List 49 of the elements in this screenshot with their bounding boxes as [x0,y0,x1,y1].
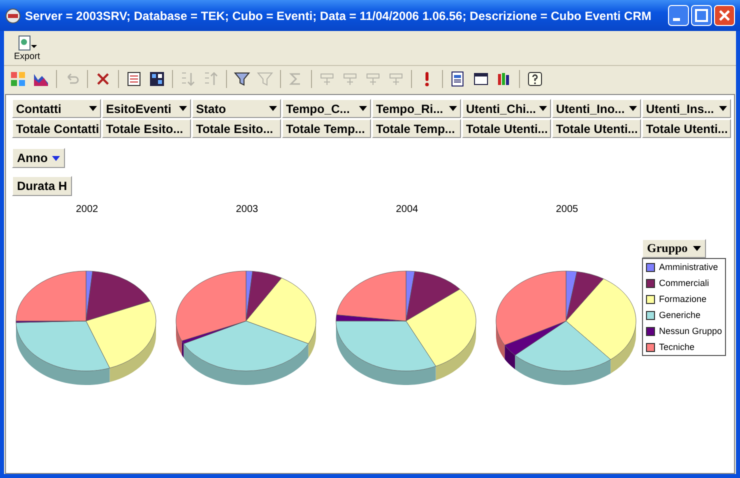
pie-label: 2003 [236,204,258,215]
legend-label: Amministrative [659,262,718,272]
pivot-icon[interactable] [8,69,28,89]
total-header: Totale Utenti... [462,119,551,138]
field-header[interactable]: Stato [192,99,281,118]
caret-icon [179,106,187,111]
caret-icon [359,106,367,111]
field-header[interactable]: Utenti_Chi... [462,99,551,118]
legend-label: Generiche [659,310,701,320]
pie-label: 2005 [556,204,578,215]
total-header: Totale Contatti [12,119,101,138]
field-header[interactable]: Tempo_C... [282,99,371,118]
field-header[interactable]: EsitoEventi [102,99,191,118]
caret-icon [269,106,277,111]
caret-icon [449,106,457,111]
legend-label: Commerciali [659,278,710,288]
legend-label: Nessun Gruppo [659,326,722,336]
maximize-icon[interactable] [691,5,712,26]
close-icon[interactable] [714,5,735,26]
total-header: Totale Temp... [372,119,461,138]
field-header[interactable]: Contatti [12,99,101,118]
legend-label: Tecniche [659,342,695,352]
field-header[interactable]: Utenti_Ins... [642,99,731,118]
total-header: Totale Temp... [282,119,371,138]
document-icon [16,35,38,51]
total-header: Totale Esito... [102,119,191,138]
caret-icon [692,246,701,251]
total-header: Totale Esito... [192,119,281,138]
legend-field-button[interactable]: Gruppo [642,239,706,258]
pie-label: 2002 [76,204,98,215]
caret-icon [89,106,97,111]
field-header[interactable]: Utenti_Ino... [552,99,641,118]
minimize-icon[interactable] [668,5,689,26]
fields-icon[interactable] [147,69,167,89]
total-header: Totale Utenti... [642,119,731,138]
field-header[interactable]: Tempo_Ri... [372,99,461,118]
caret-icon [719,106,727,111]
app-icon [5,8,21,24]
total-header: Totale Utenti... [552,119,641,138]
caret-icon [539,106,547,111]
pie-label: 2004 [396,204,418,215]
export-button[interactable]: Export [12,35,42,61]
filter-field-button[interactable]: Anno [12,148,65,168]
caret-icon [52,156,60,160]
data-field-label: Durata H [12,176,72,196]
caret-icon [629,106,637,111]
window-title: Server = 2003SRV; Database = TEK; Cubo = Eventi; Data = 11/04/2006 1.06.56; Descrizione = Cubo Eventi CRM [25,8,652,22]
legend-label: Formazione [659,294,707,304]
help-icon[interactable] [525,69,545,89]
